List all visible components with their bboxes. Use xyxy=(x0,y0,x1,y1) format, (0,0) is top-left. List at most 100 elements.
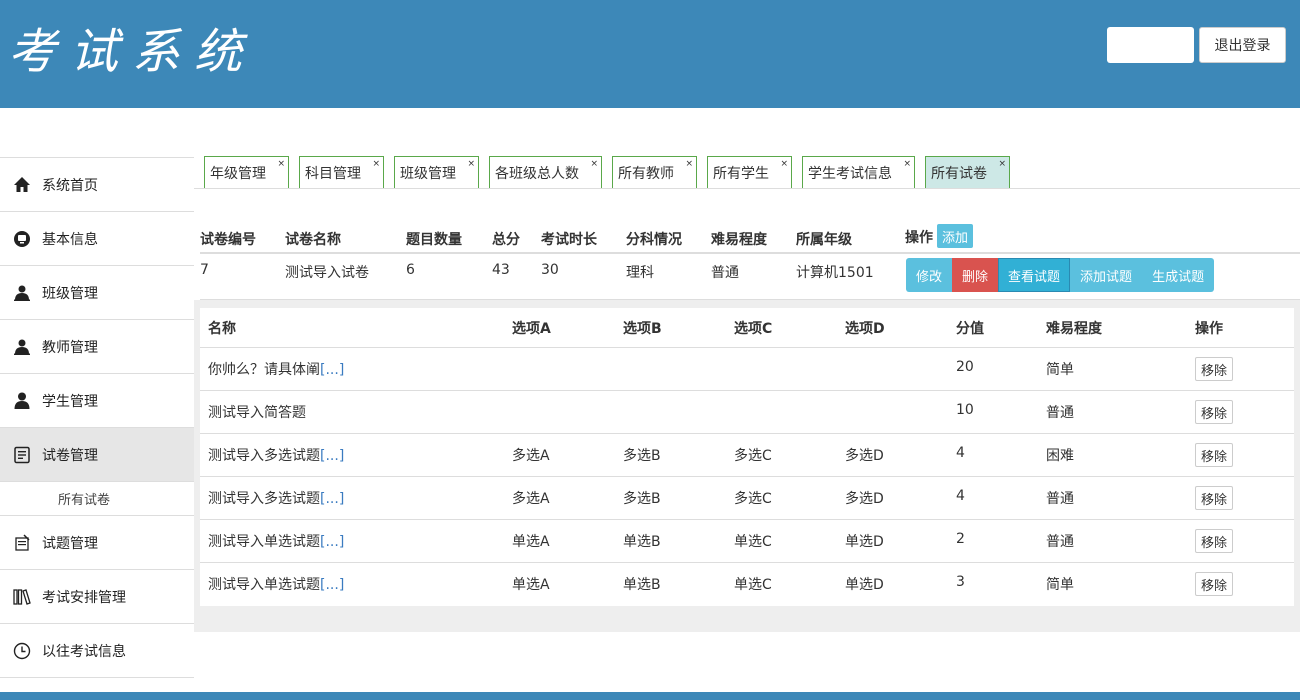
remove-button[interactable]: 移除 xyxy=(1195,572,1234,596)
close-icon[interactable]: × xyxy=(998,159,1006,169)
tab-class-management[interactable]: 班级管理 × xyxy=(394,156,479,189)
logout-button[interactable]: 退出登录 xyxy=(1199,27,1286,63)
paper-actions: 修改 删除 查看试题 添加试题 生成试题 xyxy=(906,258,1215,292)
sidebar-item-label: 以往考试信息 xyxy=(42,643,126,660)
add-questions-button[interactable]: 添加试题 xyxy=(1070,258,1143,292)
column-header: 分值 xyxy=(956,321,984,337)
cell-score: 2 xyxy=(956,531,965,547)
sidebar-item-label: 系统首页 xyxy=(42,177,98,194)
expand-link[interactable]: [...] xyxy=(320,491,344,507)
sidebar-item-student-management[interactable]: 学生管理 xyxy=(0,374,194,428)
tab-divider xyxy=(194,188,1300,189)
sidebar-subitem-all-papers[interactable]: 所有试卷 xyxy=(0,482,194,516)
user-name-box[interactable] xyxy=(1107,27,1194,63)
sidebar-item-class-management[interactable]: 班级管理 xyxy=(0,266,194,320)
tab-label: 所有试卷 xyxy=(931,165,987,182)
tab-class-totals[interactable]: 各班级总人数 × xyxy=(489,156,602,189)
remove-button[interactable]: 移除 xyxy=(1195,357,1234,381)
question-name-text: 测试导入多选试题 xyxy=(208,491,320,507)
cell-a: 多选A xyxy=(512,491,550,507)
tab-label: 所有学生 xyxy=(713,165,769,182)
sidebar: 系统首页 基本信息 班级管理 教师管理 学生管理 试卷管理 所有试卷 试题管理 … xyxy=(0,157,194,678)
cell-d: 多选D xyxy=(845,491,884,507)
tab-all-students[interactable]: 所有学生 × xyxy=(707,156,792,189)
column-header: 选项B xyxy=(623,321,662,337)
user-icon xyxy=(12,283,32,303)
cell: 43 xyxy=(492,262,510,278)
cell-a: 多选A xyxy=(512,448,550,464)
sidebar-item-basic-info[interactable]: 基本信息 xyxy=(0,212,194,266)
delete-button[interactable]: 删除 xyxy=(952,258,999,292)
expand-link[interactable]: [...] xyxy=(320,448,344,464)
sidebar-item-past-exams[interactable]: 以往考试信息 xyxy=(0,624,194,678)
sidebar-item-teacher-management[interactable]: 教师管理 xyxy=(0,320,194,374)
table-row: 测试导入单选试题[...] 单选A 单选B 单选C 单选D 2 普通 移除 xyxy=(200,520,1294,563)
cell-c: 多选C xyxy=(734,448,772,464)
tab-subject-management[interactable]: 科目管理 × xyxy=(299,156,384,189)
cell-a: 单选A xyxy=(512,534,550,550)
close-icon[interactable]: × xyxy=(780,159,788,169)
tab-label: 年级管理 xyxy=(210,165,266,182)
cell-d: 单选D xyxy=(845,577,884,593)
sidebar-item-label: 试题管理 xyxy=(42,535,98,552)
column-header: 操作 xyxy=(905,230,933,246)
sidebar-item-paper-management[interactable]: 试卷管理 xyxy=(0,428,194,482)
sidebar-item-home[interactable]: 系统首页 xyxy=(0,157,194,212)
cell-level: 普通 xyxy=(1046,534,1074,550)
expand-link[interactable]: [...] xyxy=(320,534,344,550)
sidebar-item-question-management[interactable]: 试题管理 xyxy=(0,516,194,570)
tab-student-exam-info[interactable]: 学生考试信息 × xyxy=(802,156,915,189)
footer-bar xyxy=(0,692,1300,700)
remove-button[interactable]: 移除 xyxy=(1195,400,1234,424)
close-icon[interactable]: × xyxy=(685,159,693,169)
column-header: 选项A xyxy=(512,321,551,337)
cell-b: 多选B xyxy=(623,448,661,464)
tab-grade-management[interactable]: 年级管理 × xyxy=(204,156,289,189)
table-row: 测试导入多选试题[...] 多选A 多选B 多选C 多选D 4 困难 移除 xyxy=(200,434,1294,477)
cell-score: 4 xyxy=(956,445,965,461)
expand-link[interactable]: [...] xyxy=(320,577,344,593)
cell-level: 困难 xyxy=(1046,448,1074,464)
tab-label: 科目管理 xyxy=(305,165,361,182)
question-rows: 你帅么？请具体阐[...] 20 简单 移除 测试导入简答题 10 普通 移除 测试导入多选试题… xyxy=(200,348,1294,606)
close-icon[interactable]: × xyxy=(277,159,285,169)
tab-all-teachers[interactable]: 所有教师 × xyxy=(612,156,697,189)
sidebar-item-label: 试卷管理 xyxy=(42,447,98,464)
cell: 计算机1501 xyxy=(796,265,874,281)
close-icon[interactable]: × xyxy=(467,159,475,169)
cell-level: 简单 xyxy=(1046,577,1074,593)
column-header: 试卷名称 xyxy=(285,232,341,248)
sidebar-item-exam-arrangement[interactable]: 考试安排管理 xyxy=(0,570,194,624)
column-header: 考试时长 xyxy=(541,232,597,248)
tab-bar: 年级管理 × 科目管理 × 班级管理 × 各班级总人数 × 所有教师 × 所有学生 × 学生… xyxy=(204,156,1020,189)
close-icon[interactable]: × xyxy=(590,159,598,169)
question-name: 测试导入单选试题[...] xyxy=(208,531,344,551)
expand-link[interactable]: [...] xyxy=(320,362,344,378)
remove-button[interactable]: 移除 xyxy=(1195,486,1234,510)
close-icon[interactable]: × xyxy=(372,159,380,169)
cell: 普通 xyxy=(711,265,739,281)
user-icon xyxy=(12,337,32,357)
app-logo: 考试系统 xyxy=(8,24,257,80)
edit-button[interactable]: 修改 xyxy=(906,258,953,292)
question-table: 名称 选项A 选项B 选项C 选项D 分值 难易程度 操作 你帅么？请具体阐[.… xyxy=(200,308,1294,606)
cell-c: 多选C xyxy=(734,491,772,507)
student-icon xyxy=(12,391,32,411)
cell-level: 普通 xyxy=(1046,491,1074,507)
question-name-text: 你帅么？请具体阐 xyxy=(208,362,320,378)
remove-button[interactable]: 移除 xyxy=(1195,443,1234,467)
remove-button[interactable]: 移除 xyxy=(1195,529,1234,553)
close-icon[interactable]: × xyxy=(903,159,911,169)
column-header: 名称 xyxy=(208,321,236,337)
question-name: 测试导入多选试题[...] xyxy=(208,445,344,465)
column-header: 操作 xyxy=(1195,321,1223,337)
generate-questions-button[interactable]: 生成试题 xyxy=(1142,258,1215,292)
add-paper-button[interactable]: 添加 xyxy=(937,224,974,248)
view-questions-button[interactable]: 查看试题 xyxy=(998,258,1071,292)
paper-icon xyxy=(12,445,32,465)
cell-level: 普通 xyxy=(1046,405,1074,421)
tab-all-papers[interactable]: 所有试卷 × xyxy=(925,156,1010,189)
table-row: 测试导入多选试题[...] 多选A 多选B 多选C 多选D 4 普通 移除 xyxy=(200,477,1294,520)
question-icon xyxy=(12,533,32,553)
cell-c: 单选C xyxy=(734,534,772,550)
